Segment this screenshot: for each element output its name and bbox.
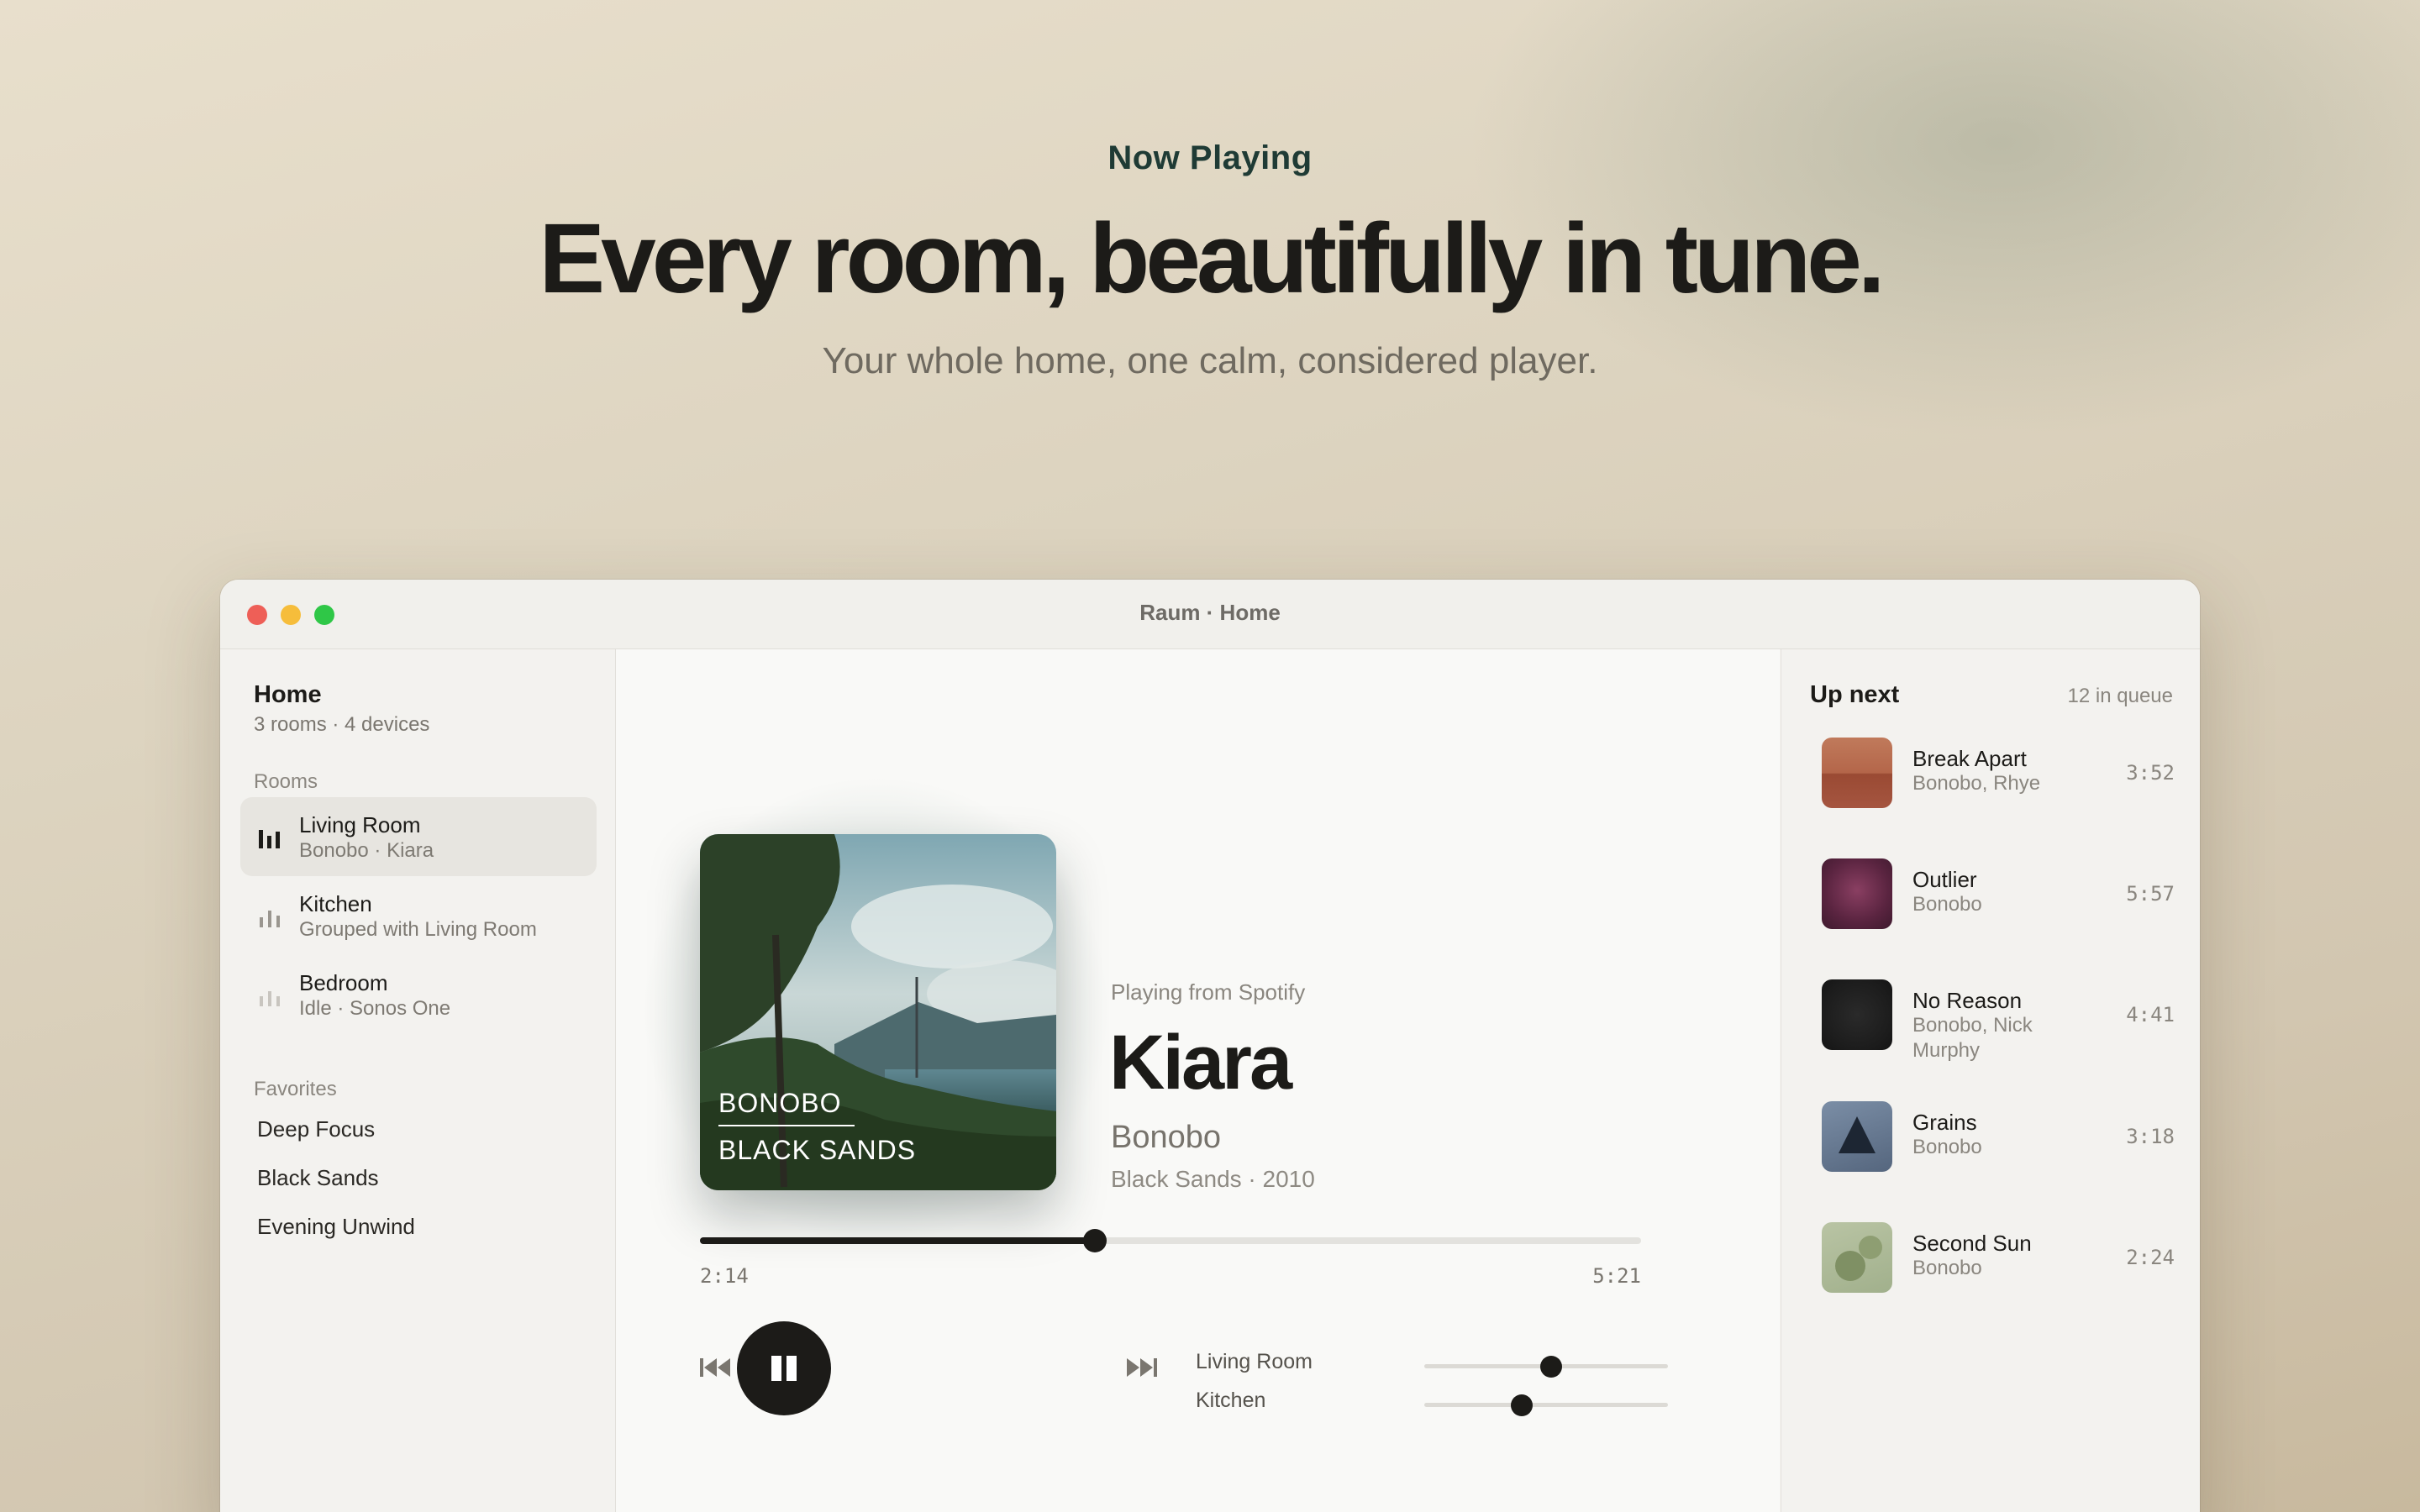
home-title[interactable]: Home: [254, 681, 322, 709]
queue-track-artist: Bonobo: [1912, 1257, 1982, 1279]
next-track-icon[interactable]: [1125, 1357, 1157, 1378]
total-time: 5:21: [1592, 1264, 1641, 1288]
room-name: Kitchen: [299, 891, 372, 916]
hero-eyebrow: Now Playing: [1107, 139, 1313, 176]
circles-art-icon: [1835, 1236, 1882, 1281]
room-status: Grouped with Living Room: [299, 918, 537, 941]
queue-track-duration: 4:41: [2126, 1003, 2175, 1026]
hero-subtitle: Your whole home, one calm, considered pl…: [822, 340, 1598, 381]
favorite-item[interactable]: Black Sands: [257, 1165, 379, 1191]
queue-item[interactable]: Second Sun Bonobo 2:24: [1822, 1222, 2175, 1298]
volume-label-kitchen: Kitchen: [1196, 1389, 1266, 1412]
room-item-bedroom[interactable]: Bedroom Idle · Sonos One: [240, 955, 597, 1034]
track-artist[interactable]: Bonobo: [1111, 1120, 1221, 1156]
track-album-year[interactable]: Black Sands · 2010: [1111, 1166, 1315, 1193]
equalizer-icon: [259, 830, 280, 848]
queue-track-name: Grains: [1912, 1110, 1977, 1135]
queue-thumbnail: [1822, 979, 1892, 1050]
page: Now Playing Every room, beautifully in t…: [0, 0, 2420, 1512]
volume-handle[interactable]: [1511, 1394, 1533, 1416]
queue-track-duration: 3:52: [2126, 761, 2175, 785]
pause-button[interactable]: [737, 1321, 831, 1415]
room-status: Idle · Sonos One: [299, 997, 451, 1020]
window-title: Raum · Home: [1139, 600, 1281, 625]
home-summary: 3 rooms · 4 devices: [254, 713, 430, 736]
previous-track-icon[interactable]: [700, 1357, 732, 1378]
queue-item[interactable]: No Reason Bonobo, Nick Murphy 4:41: [1822, 979, 2175, 1062]
queue-track-name: No Reason: [1912, 988, 2023, 1013]
equalizer-icon: [260, 991, 280, 1006]
now-playing-panel: BONOBO BLACK SANDS Playing from Spotify …: [616, 649, 1780, 1512]
volume-label-living-room: Living Room: [1196, 1350, 1313, 1373]
queue-count: 12 in queue: [2067, 685, 2173, 707]
room-name: Living Room: [299, 812, 421, 837]
volume-slider-living-room[interactable]: [1424, 1356, 1668, 1378]
queue-track-duration: 5:57: [2126, 882, 2175, 906]
room-name: Bedroom: [299, 970, 388, 995]
queue-title: Up next: [1810, 681, 1900, 708]
queue-thumbnail: [1822, 1101, 1892, 1172]
album-art-album: BLACK SANDS: [718, 1135, 917, 1165]
queue-thumbnail: [1822, 738, 1892, 808]
hero-title: Every room, beautifully in tune.: [539, 203, 1885, 314]
volume-handle[interactable]: [1539, 1356, 1562, 1378]
queue-item[interactable]: Break Apart Bonobo, Rhye 3:52: [1822, 738, 2175, 813]
queue-thumbnail: [1822, 858, 1892, 929]
queue-track-name: Outlier: [1912, 867, 1977, 892]
progress-handle[interactable]: [1083, 1229, 1107, 1252]
room-item-kitchen[interactable]: Kitchen Grouped with Living Room: [240, 876, 597, 955]
queue-thumbnail: [1822, 1222, 1892, 1293]
progress-fill: [700, 1237, 1096, 1244]
queue-panel: Up next 12 in queue Break Apart Bonobo, …: [1781, 649, 2200, 1512]
queue-track-artist: Bonobo: [1912, 893, 1982, 916]
album-art-artist: BONOBO: [718, 1088, 842, 1118]
favorite-item[interactable]: Evening Unwind: [257, 1214, 415, 1240]
album-art: BONOBO BLACK SANDS: [700, 834, 1056, 1190]
triangle-art-icon: [1839, 1116, 1876, 1153]
app-window: Raum · Home Home 3 rooms · 4 devices Roo…: [220, 580, 2200, 1512]
queue-track-name: Second Sun: [1912, 1231, 2032, 1256]
queue-track-duration: 2:24: [2126, 1246, 2175, 1269]
volume-slider-kitchen[interactable]: [1424, 1394, 1668, 1416]
title-bar: Raum · Home: [220, 580, 2200, 649]
sidebar: Home 3 rooms · 4 devices Rooms Living Ro…: [220, 649, 616, 1512]
queue-item[interactable]: Grains Bonobo 3:18: [1822, 1101, 2175, 1177]
favorites-section-label: Favorites: [254, 1078, 337, 1100]
track-title: Kiara: [1109, 1020, 1292, 1105]
equalizer-icon: [260, 911, 280, 927]
pause-icon: [771, 1356, 797, 1381]
room-item-living-room[interactable]: Living Room Bonobo · Kiara: [240, 797, 597, 876]
room-status: Bonobo · Kiara: [299, 839, 434, 862]
queue-track-duration: 3:18: [2126, 1125, 2175, 1148]
queue-track-artist: Bonobo, Nick Murphy: [1912, 1014, 2033, 1062]
queue-track-artist: Bonobo: [1912, 1136, 1982, 1158]
queue-track-name: Break Apart: [1912, 746, 2027, 771]
favorite-item[interactable]: Deep Focus: [257, 1116, 375, 1142]
queue-item[interactable]: Outlier Bonobo 5:57: [1822, 858, 2175, 934]
album-art-divider: [718, 1125, 855, 1126]
progress-bar[interactable]: [700, 1229, 1641, 1252]
elapsed-time: 2:14: [700, 1264, 749, 1288]
queue-track-artist: Bonobo, Rhye: [1912, 772, 2041, 795]
rooms-section-label: Rooms: [254, 770, 318, 793]
playback-source: Playing from Spotify: [1111, 979, 1306, 1005]
